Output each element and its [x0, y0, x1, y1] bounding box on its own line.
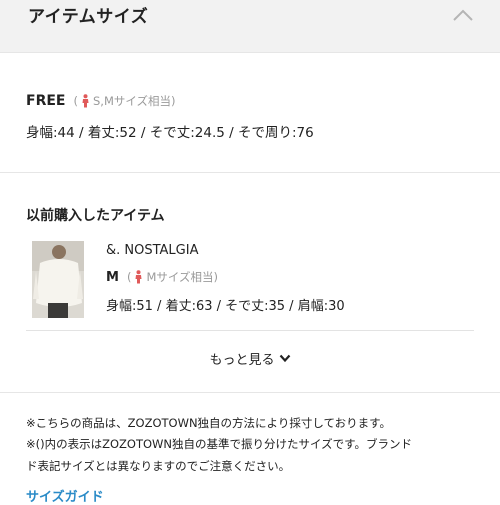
show-more-label: もっと見る	[209, 353, 275, 368]
size-name: FREE	[26, 93, 66, 109]
item-size-row: M ( Mサイズ相当)	[106, 269, 218, 285]
item-size-header[interactable]: アイテムサイズ	[0, 0, 500, 52]
person-icon	[82, 94, 89, 108]
chevron-down-icon	[279, 354, 290, 363]
item-size-section: FREE ( S,Mサイズ相当) 身幅:44 / 着丈:52 / そで丈:24.…	[0, 52, 500, 173]
item-thumbnail[interactable]	[32, 241, 84, 318]
size-equivalent-hint: ( S,Mサイズ相当)	[73, 93, 175, 109]
chevron-up-icon[interactable]	[452, 8, 474, 22]
section-title: アイテムサイズ	[28, 7, 149, 27]
item-measurements: 身幅:51 / 着丈:63 / そで丈:35 / 肩幅:30	[106, 299, 345, 314]
divider	[26, 330, 474, 331]
show-more-button[interactable]: もっと見る	[0, 349, 500, 368]
note-line: ※()内の表示はZOZOTOWN独自の基準で振り分けたサイズです。ブランド	[26, 437, 413, 451]
item-size-name: M	[106, 269, 119, 285]
hint-text: Mサイズ相当)	[146, 270, 219, 284]
size-row: FREE ( S,Mサイズ相当)	[26, 93, 176, 109]
hint-text: S,Mサイズ相当)	[92, 94, 176, 108]
hint-paren: (	[126, 270, 132, 284]
person-icon	[135, 270, 142, 284]
size-guide-link[interactable]: サイズガイド	[26, 486, 104, 505]
note-line: ※こちらの商品は、ZOZOTOWN独自の方法により採寸しております。	[26, 416, 391, 430]
hint-paren: (	[73, 94, 78, 108]
notes-section: ※こちらの商品は、ZOZOTOWN独自の方法により採寸しております。 ※()内の…	[0, 392, 500, 505]
item-thumbnail-image	[32, 241, 84, 318]
purchased-title: 以前購入したアイテム	[26, 208, 165, 224]
item-size-hint: ( Mサイズ相当)	[127, 269, 218, 285]
size-measurements: 身幅:44 / 着丈:52 / そで丈:24.5 / そで周り:76	[26, 125, 314, 141]
item-brand[interactable]: &. NOSTALGIA	[106, 243, 198, 258]
purchased-items-section: 以前購入したアイテム &. NOSTALGIA M ( Mサイズ相当) 身幅:5…	[0, 172, 500, 393]
note-line: ド表記サイズとは異なりますのでご注意ください。	[26, 459, 291, 473]
